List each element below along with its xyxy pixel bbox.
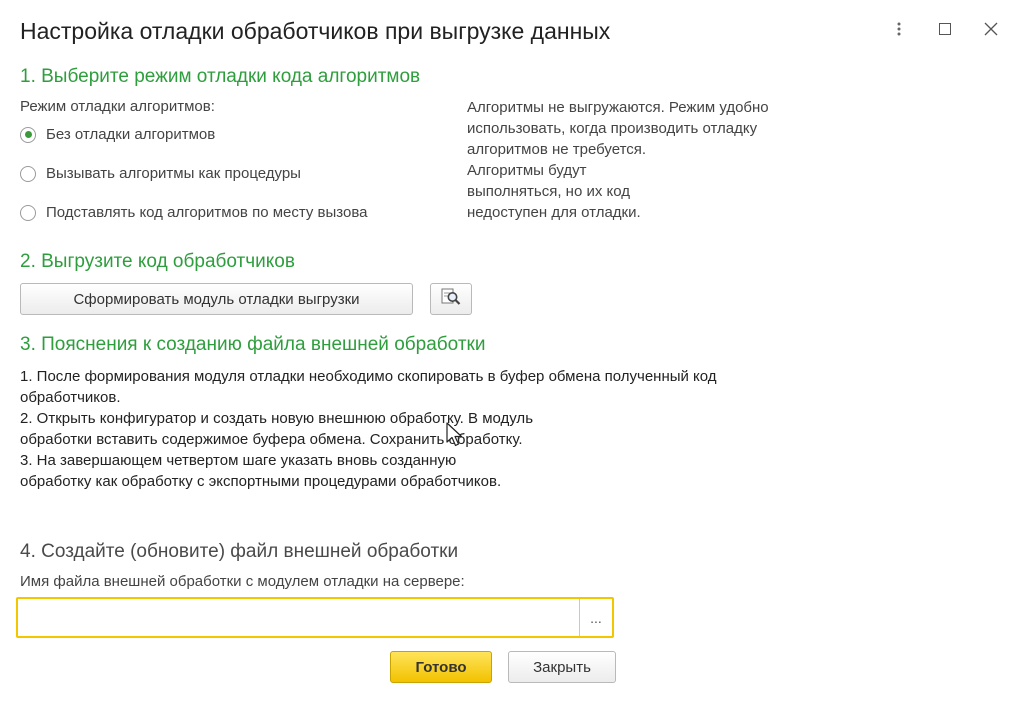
mode-description: Алгоритмы не выгружаются. Режим удобно и… — [467, 97, 867, 223]
radio-call-as-procedures[interactable]: Вызывать алгоритмы как процедуры — [20, 165, 301, 182]
description-line: алгоритмов не требуется. — [467, 141, 647, 158]
debug-mode-label: Режим отладки алгоритмов: — [20, 98, 215, 115]
radio-button[interactable] — [20, 165, 36, 182]
choose-file-button[interactable]: ... — [579, 599, 612, 636]
close-icon[interactable] — [982, 20, 1000, 38]
radio-button[interactable] — [20, 204, 36, 221]
description-line: Алгоритмы будут — [467, 162, 587, 179]
description-line: выполняться, но их код — [467, 183, 631, 200]
window-title: Настройка отладки обработчиков при выгру… — [20, 18, 611, 44]
instruction-line: 1. После формирования модуля отладки нео… — [20, 368, 717, 385]
description-line: использовать, когда производить отладку — [467, 120, 758, 137]
view-module-button[interactable] — [430, 283, 472, 315]
instruction-line: 3. На завершающем четвертом шаге указать… — [20, 452, 457, 469]
description-line: недоступен для отладки. — [467, 204, 641, 221]
step4-heading: 4. Создайте (обновите) файл внешней обра… — [20, 541, 459, 562]
radio-label: Подставлять код алгоритмов по месту вызо… — [46, 204, 368, 221]
more-menu-icon[interactable] — [890, 20, 908, 38]
instruction-line: обработчиков. — [20, 389, 121, 406]
step3-heading: 3. Пояснения к созданию файла внешней об… — [20, 334, 486, 355]
close-button[interactable]: Закрыть — [508, 651, 616, 683]
step1-heading: 1. Выберите режим отладки кода алгоритмо… — [20, 66, 421, 87]
file-name-input[interactable] — [18, 599, 579, 636]
instruction-line: обработку как обработку с экспортными пр… — [20, 473, 502, 490]
step2-heading: 2. Выгрузите код обработчиков — [20, 251, 295, 272]
window-controls — [890, 20, 1000, 38]
magnifier-document-icon — [441, 288, 461, 310]
generate-debug-module-button[interactable]: Сформировать модуль отладки выгрузки — [20, 283, 413, 315]
maximize-icon[interactable] — [936, 20, 954, 38]
description-line: Алгоритмы не выгружаются. Режим удобно — [467, 99, 769, 116]
file-name-label: Имя файла внешней обработки с модулем от… — [20, 573, 465, 590]
radio-label: Без отладки алгоритмов — [46, 126, 216, 143]
mouse-cursor-icon — [446, 422, 464, 453]
radio-label: Вызывать алгоритмы как процедуры — [46, 165, 301, 182]
file-name-field[interactable]: ... — [16, 597, 614, 638]
radio-button-checked[interactable] — [20, 126, 36, 143]
radio-inline-code[interactable]: Подставлять код алгоритмов по месту вызо… — [20, 204, 368, 221]
radio-no-debug[interactable]: Без отладки алгоритмов — [20, 126, 215, 143]
done-button[interactable]: Готово — [390, 651, 492, 683]
